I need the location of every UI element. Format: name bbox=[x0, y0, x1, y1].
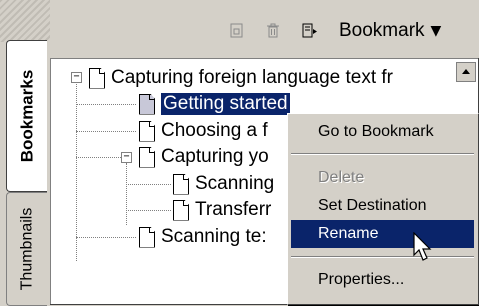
tab-bookmarks-label: Bookmarks bbox=[17, 69, 37, 163]
scroll-up-arrow-icon bbox=[462, 69, 470, 74]
tree-item[interactable]: Transferr bbox=[173, 197, 271, 223]
tree-item[interactable]: Capturing yo bbox=[139, 144, 269, 170]
tree-item-label: Scanning te: bbox=[161, 226, 267, 247]
tree-connector bbox=[126, 184, 171, 185]
context-menu: Go to Bookmark Delete Set Destination Re… bbox=[287, 113, 479, 305]
menu-separator bbox=[291, 256, 474, 258]
tree-item-label: Capturing foreign language text fr bbox=[111, 67, 394, 88]
tab-strip-grip bbox=[0, 0, 50, 42]
page-icon bbox=[139, 93, 155, 115]
scroll-up-button[interactable] bbox=[456, 62, 476, 82]
tree-item-label: Choosing a f bbox=[161, 120, 268, 141]
tree-item-label: Transferr bbox=[195, 199, 272, 220]
tree-item[interactable]: Choosing a f bbox=[139, 118, 268, 144]
trash-icon[interactable] bbox=[266, 23, 280, 44]
collapse-toggle[interactable]: − bbox=[121, 152, 132, 163]
tree-connector bbox=[76, 131, 136, 132]
page-icon bbox=[173, 199, 189, 221]
vertical-tab-strip: Bookmarks Thumbnails bbox=[0, 0, 50, 306]
menu-item-go-to-bookmark[interactable]: Go to Bookmark bbox=[291, 118, 474, 146]
chevron-down-icon: ▼ bbox=[430, 23, 442, 39]
tree-connector bbox=[126, 210, 171, 211]
new-bookmark-icon[interactable] bbox=[230, 23, 244, 44]
tab-thumbnails[interactable]: Thumbnails bbox=[6, 192, 47, 306]
tree-connector bbox=[126, 163, 127, 225]
tree-item-selected[interactable]: Getting started bbox=[139, 91, 291, 117]
collapse-toggle[interactable]: − bbox=[71, 72, 82, 83]
tree-item[interactable]: Scanning bbox=[173, 171, 274, 197]
menu-item-properties[interactable]: Properties... bbox=[291, 266, 474, 294]
tree-connector bbox=[76, 104, 136, 105]
menu-separator bbox=[291, 153, 474, 155]
page-icon bbox=[139, 146, 155, 168]
menu-item-set-destination[interactable]: Set Destination bbox=[291, 192, 474, 220]
page-icon bbox=[173, 173, 189, 195]
tree-connector bbox=[76, 237, 136, 238]
bookmark-menu-button[interactable]: Bookmark ▼ bbox=[339, 20, 441, 42]
options-icon[interactable] bbox=[302, 23, 318, 44]
tab-bookmarks[interactable]: Bookmarks bbox=[6, 40, 47, 192]
tree-connector bbox=[76, 81, 77, 261]
tree-item-label: Getting started bbox=[160, 92, 291, 116]
bookmark-menu-label: Bookmark bbox=[339, 20, 425, 41]
page-icon bbox=[139, 226, 155, 248]
page-icon bbox=[89, 67, 105, 89]
tab-thumbnails-label: Thumbnails bbox=[18, 207, 36, 291]
tree-item[interactable]: Scanning te: bbox=[139, 224, 267, 250]
tree-item[interactable]: Capturing foreign language text fr bbox=[89, 65, 393, 91]
menu-item-rename[interactable]: Rename bbox=[291, 220, 474, 248]
bookmark-toolbar: Bookmark ▼ bbox=[50, 0, 479, 58]
mouse-pointer-icon bbox=[413, 232, 432, 261]
tree-item-label: Capturing yo bbox=[161, 146, 269, 167]
tree-item-label: Scanning bbox=[195, 173, 275, 194]
menu-item-delete: Delete bbox=[318, 169, 365, 186]
tree-connector bbox=[76, 157, 121, 158]
page-icon bbox=[139, 120, 155, 142]
